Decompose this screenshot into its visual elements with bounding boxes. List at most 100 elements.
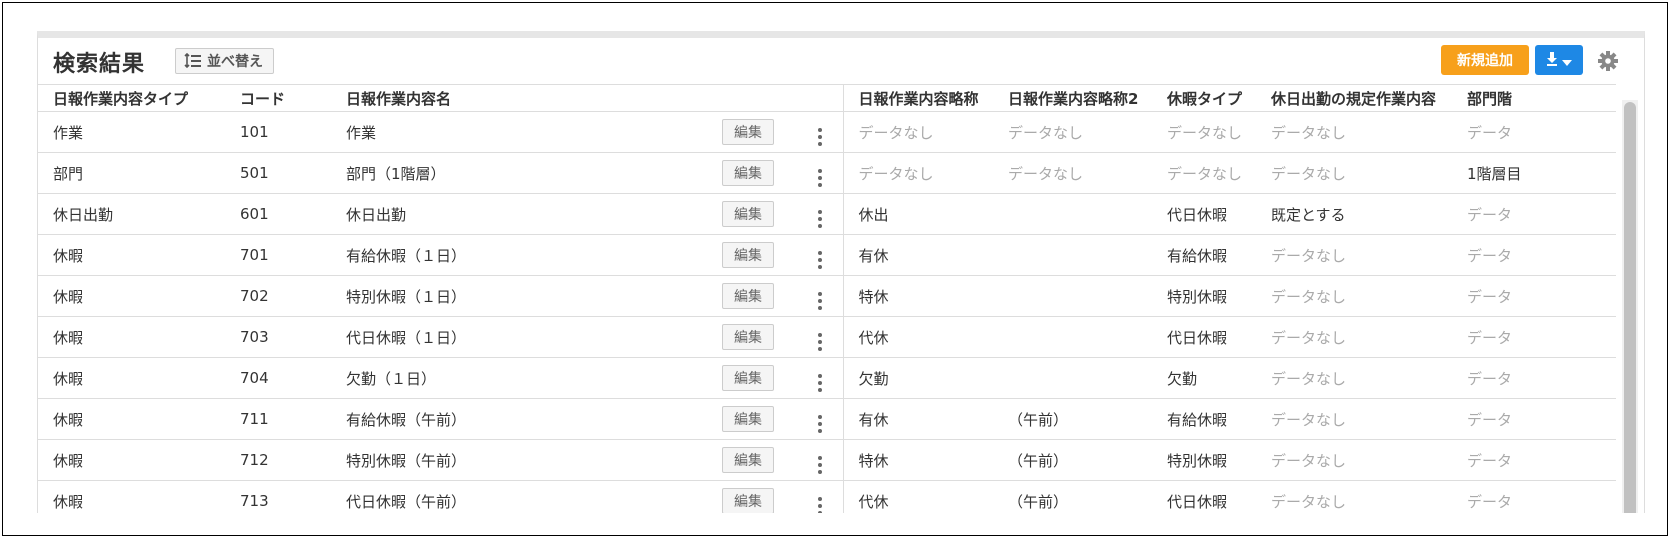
cell-name: 有給休暇（午前） <box>331 398 707 440</box>
column-header[interactable]: 日報作業内容略称 <box>843 84 993 112</box>
kebab-menu-icon[interactable] <box>814 497 826 513</box>
cell-abbr: 代休 <box>843 316 993 358</box>
cell-holiday-work: データなし <box>1256 357 1452 399</box>
edit-button[interactable]: 編集 <box>722 406 774 432</box>
cell-name: 作業 <box>331 111 707 153</box>
cell-type: 作業 <box>38 111 225 153</box>
kebab-menu-icon[interactable] <box>814 169 826 187</box>
cell-abbr: 欠勤 <box>843 357 993 399</box>
download-dropdown-button[interactable] <box>1535 45 1583 75</box>
edit-button[interactable]: 編集 <box>722 119 774 145</box>
search-results-panel: 検索結果 並べ替え 新規追加 日報作業内容タイプ コード 日報作業内容名 日報作… <box>37 31 1645 513</box>
kebab-menu-icon[interactable] <box>814 292 826 310</box>
column-header[interactable]: 休日出勤の規定作業内容 <box>1256 84 1452 112</box>
cell-dept: データ <box>1452 439 1616 481</box>
kebab-menu-icon[interactable] <box>814 374 826 392</box>
cell-code: 713 <box>225 480 331 513</box>
column-header[interactable]: 日報作業内容名 <box>331 84 707 112</box>
cell-type: 部門 <box>38 152 225 194</box>
table-row[interactable]: 休日出勤 601 休日出勤 編集 休出 代日休暇 既定とする データ <box>38 193 1616 235</box>
gear-icon[interactable] <box>1596 49 1620 73</box>
cell-code: 702 <box>225 275 331 317</box>
cell-holiday-work: データなし <box>1256 439 1452 481</box>
cell-leave-type: 代日休暇 <box>1152 316 1256 358</box>
cell-dept: データ <box>1452 316 1616 358</box>
cell-code: 601 <box>225 193 331 235</box>
cell-type: 休暇 <box>38 439 225 481</box>
cell-type: 休暇 <box>38 357 225 399</box>
edit-button[interactable]: 編集 <box>722 447 774 473</box>
vertical-scrollbar[interactable] <box>1622 100 1638 513</box>
table-row[interactable]: 休暇 713 代日休暇（午前） 編集 代休 （午前） 代日休暇 データなし データ <box>38 480 1616 513</box>
kebab-menu-icon[interactable] <box>814 415 826 433</box>
caret-down-icon <box>1562 51 1572 70</box>
cell-abbr2 <box>993 275 1152 317</box>
table-row[interactable]: 休暇 704 欠勤（１日） 編集 欠勤 欠勤 データなし データ <box>38 357 1616 399</box>
edit-button[interactable]: 編集 <box>722 242 774 268</box>
cell-dept: データ <box>1452 398 1616 440</box>
cell-leave-type: 代日休暇 <box>1152 480 1256 513</box>
cell-abbr: データなし <box>843 152 993 194</box>
cell-type: 休日出勤 <box>38 193 225 235</box>
edit-button[interactable]: 編集 <box>722 365 774 391</box>
column-header[interactable]: 部門階 <box>1452 84 1616 112</box>
cell-holiday-work: データなし <box>1256 111 1452 153</box>
cell-name: 有給休暇（１日） <box>331 234 707 276</box>
column-header[interactable]: 日報作業内容タイプ <box>38 84 225 112</box>
cell-name: 特別休暇（午前） <box>331 439 707 481</box>
cell-holiday-work: データなし <box>1256 480 1452 513</box>
edit-button[interactable]: 編集 <box>722 160 774 186</box>
cell-leave-type: データなし <box>1152 111 1256 153</box>
table-row[interactable]: 休暇 712 特別休暇（午前） 編集 特休 （午前） 特別休暇 データなし データ <box>38 439 1616 481</box>
cell-abbr: 有休 <box>843 234 993 276</box>
cell-abbr: データなし <box>843 111 993 153</box>
kebab-menu-icon[interactable] <box>814 251 826 269</box>
cell-type: 休暇 <box>38 316 225 358</box>
cell-dept: データ <box>1452 234 1616 276</box>
edit-button[interactable]: 編集 <box>722 488 774 513</box>
cell-leave-type: 特別休暇 <box>1152 439 1256 481</box>
table-row[interactable]: 休暇 702 特別休暇（１日） 編集 特休 特別休暇 データなし データ <box>38 275 1616 317</box>
cell-name: 代日休暇（午前） <box>331 480 707 513</box>
cell-code: 501 <box>225 152 331 194</box>
kebab-menu-icon[interactable] <box>814 128 826 146</box>
cell-dept: データ <box>1452 357 1616 399</box>
scrollbar-thumb[interactable] <box>1624 102 1636 513</box>
table-header-row: 日報作業内容タイプ コード 日報作業内容名 日報作業内容略称 日報作業内容略称2… <box>38 84 1616 112</box>
cell-abbr2: データなし <box>993 111 1152 153</box>
sort-button[interactable]: 並べ替え <box>175 48 274 74</box>
column-header[interactable]: 日報作業内容略称2 <box>993 84 1152 112</box>
edit-button[interactable]: 編集 <box>722 324 774 350</box>
table-row[interactable]: 休暇 703 代日休暇（１日） 編集 代休 代日休暇 データなし データ <box>38 316 1616 358</box>
sort-icon <box>184 53 202 69</box>
column-header[interactable]: 休暇タイプ <box>1152 84 1256 112</box>
table-row[interactable]: 作業 101 作業 編集 データなし データなし データなし データなし データ <box>38 111 1616 153</box>
sort-button-label: 並べ替え <box>207 54 263 70</box>
page-title: 検索結果 <box>53 52 146 77</box>
edit-button[interactable]: 編集 <box>722 283 774 309</box>
kebab-menu-icon[interactable] <box>814 210 826 228</box>
cell-dept: データ <box>1452 275 1616 317</box>
cell-dept: データ <box>1452 480 1616 513</box>
column-header[interactable]: コード <box>225 84 331 112</box>
cell-name: 特別休暇（１日） <box>331 275 707 317</box>
cell-holiday-work: データなし <box>1256 275 1452 317</box>
window-frame: 検索結果 並べ替え 新規追加 日報作業内容タイプ コード 日報作業内容名 日報作… <box>2 2 1668 536</box>
cell-abbr: 有休 <box>843 398 993 440</box>
cell-holiday-work: データなし <box>1256 234 1452 276</box>
cell-abbr2 <box>993 357 1152 399</box>
kebab-menu-icon[interactable] <box>814 333 826 351</box>
cell-code: 704 <box>225 357 331 399</box>
table-row[interactable]: 休暇 701 有給休暇（１日） 編集 有休 有給休暇 データなし データ <box>38 234 1616 276</box>
cell-leave-type: データなし <box>1152 152 1256 194</box>
cell-abbr2: （午前） <box>993 398 1152 440</box>
table-row[interactable]: 休暇 711 有給休暇（午前） 編集 有休 （午前） 有給休暇 データなし データ <box>38 398 1616 440</box>
new-add-button[interactable]: 新規追加 <box>1441 45 1529 75</box>
cell-abbr: 特休 <box>843 439 993 481</box>
cell-abbr2: （午前） <box>993 480 1152 513</box>
kebab-menu-icon[interactable] <box>814 456 826 474</box>
table-row[interactable]: 部門 501 部門（1階層） 編集 データなし データなし データなし データなし 1階層目 <box>38 152 1616 194</box>
cell-abbr2: データなし <box>993 152 1152 194</box>
cell-leave-type: 欠勤 <box>1152 357 1256 399</box>
edit-button[interactable]: 編集 <box>722 201 774 227</box>
